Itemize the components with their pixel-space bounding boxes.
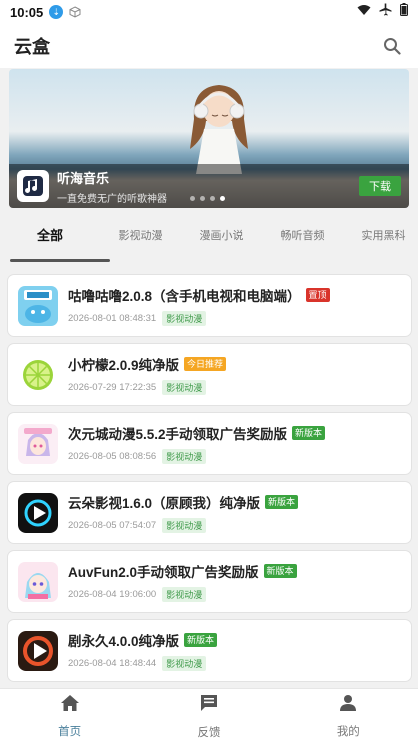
- category-tag: 影视动漫: [162, 587, 207, 602]
- carousel-dot[interactable]: [200, 196, 205, 201]
- status-badge: 新版本: [263, 564, 297, 578]
- profile-icon: [339, 694, 357, 717]
- home-icon: [60, 694, 80, 717]
- list-item[interactable]: 咕噜咕噜2.0.8（含手机电视和电脑端） 置顶 2026-08-01 08:48…: [7, 274, 412, 337]
- nav-feedback[interactable]: 反馈: [139, 689, 278, 743]
- carousel-indicator: [190, 196, 225, 201]
- item-date: 2026-08-05 08:08:56: [68, 451, 157, 462]
- tab-tools[interactable]: 实用黑科: [343, 210, 418, 262]
- category-tag: 影视动漫: [162, 518, 207, 533]
- item-date: 2026-08-05 07:54:07: [68, 520, 157, 531]
- list-item[interactable]: AuvFun2.0手动领取广告奖励版 新版本 2026-08-04 19:06:…: [7, 550, 412, 613]
- tab-comic-novel[interactable]: 漫画小说: [181, 210, 262, 262]
- status-bar: 10:05 ⇣: [0, 0, 418, 24]
- tab-audio[interactable]: 畅听音频: [262, 210, 343, 262]
- item-title: 次元城动漫5.5.2手动领取广告奖励版: [68, 427, 288, 442]
- nav-home-label: 首页: [58, 725, 82, 738]
- item-date: 2026-08-01 08:48:31: [68, 313, 157, 324]
- carousel-dot[interactable]: [190, 196, 195, 201]
- tab-all[interactable]: 全部: [0, 210, 110, 262]
- item-title: 小柠檬2.0.9纯净版: [68, 358, 180, 373]
- category-tabs: 全部 影视动漫 漫画小说 畅听音频 实用黑科: [0, 210, 418, 262]
- banner-illustration: [190, 85, 248, 174]
- status-badge: 新版本: [184, 633, 218, 647]
- ciyuancheng-app-icon: [18, 423, 58, 464]
- status-badge: 新版本: [292, 426, 326, 440]
- feedback-icon: [199, 693, 219, 718]
- item-title: 咕噜咕噜2.0.8（含手机电视和电脑端）: [68, 289, 301, 304]
- item-title: 剧永久4.0.0纯净版: [68, 634, 180, 649]
- carousel-dot[interactable]: [210, 196, 215, 201]
- item-title: AuvFun2.0手动领取广告奖励版: [68, 565, 259, 580]
- nav-feedback-label: 反馈: [197, 726, 221, 739]
- tab-video-anime[interactable]: 影视动漫: [100, 210, 181, 262]
- yunduo-app-icon: [18, 492, 58, 533]
- category-tag: 影视动漫: [162, 380, 207, 395]
- app-title: 云盒: [14, 37, 50, 57]
- category-tag: 影视动漫: [162, 656, 207, 671]
- banner-carousel[interactable]: 听海音乐 一直免费无广的听歌神器 下载: [9, 69, 409, 208]
- banner-subtitle: 一直免费无广的听歌神器: [57, 193, 167, 205]
- nav-profile[interactable]: 我的: [279, 689, 418, 743]
- list-item[interactable]: 云朵影视1.6.0（原顾我）纯净版 新版本 2026-08-05 07:54:0…: [7, 481, 412, 544]
- gugu-app-icon: [18, 285, 58, 326]
- auvfun-app-icon: [18, 561, 58, 602]
- item-date: 2026-08-04 19:06:00: [68, 589, 157, 600]
- nav-profile-label: 我的: [336, 725, 360, 738]
- app-bar: 云盒: [0, 24, 418, 68]
- banner-info-bar: 听海音乐 一直免费无广的听歌神器: [9, 164, 409, 208]
- item-date: 2026-08-04 18:48:44: [68, 658, 157, 669]
- nav-home[interactable]: 首页: [0, 689, 139, 743]
- banner-download-button[interactable]: 下载: [359, 176, 401, 196]
- banner-title: 听海音乐: [57, 170, 110, 186]
- list-item[interactable]: 剧永久4.0.0纯净版 新版本 2026-08-04 18:48:44 影视动漫: [7, 619, 412, 682]
- notification-icon: ⇣: [49, 5, 64, 19]
- carousel-dot-active[interactable]: [220, 196, 225, 201]
- airplane-icon: [379, 3, 392, 21]
- music-app-icon: [17, 170, 49, 202]
- category-tag: 影视动漫: [162, 449, 207, 464]
- battery-icon: [400, 3, 408, 21]
- item-date: 2026-07-29 17:22:35: [68, 382, 157, 393]
- lemon-app-icon: [18, 354, 58, 395]
- status-badge: 新版本: [265, 495, 299, 509]
- status-time: 10:05: [10, 4, 44, 20]
- cube-icon: [69, 6, 81, 18]
- category-tag: 影视动漫: [162, 311, 207, 326]
- list-item[interactable]: 小柠檬2.0.9纯净版 今日推荐 2026-07-29 17:22:35 影视动…: [7, 343, 412, 406]
- juyongjiu-app-icon: [18, 630, 58, 671]
- wifi-icon: [357, 3, 371, 21]
- list-item[interactable]: 次元城动漫5.5.2手动领取广告奖励版 新版本 2026-08-05 08:08…: [7, 412, 412, 475]
- search-icon[interactable]: [380, 34, 404, 58]
- bottom-navigation: 首页 反馈 我的: [0, 688, 418, 743]
- item-title: 云朵影视1.6.0（原顾我）纯净版: [68, 496, 261, 511]
- status-badge: 今日推荐: [184, 357, 227, 371]
- status-badge: 置顶: [305, 288, 330, 302]
